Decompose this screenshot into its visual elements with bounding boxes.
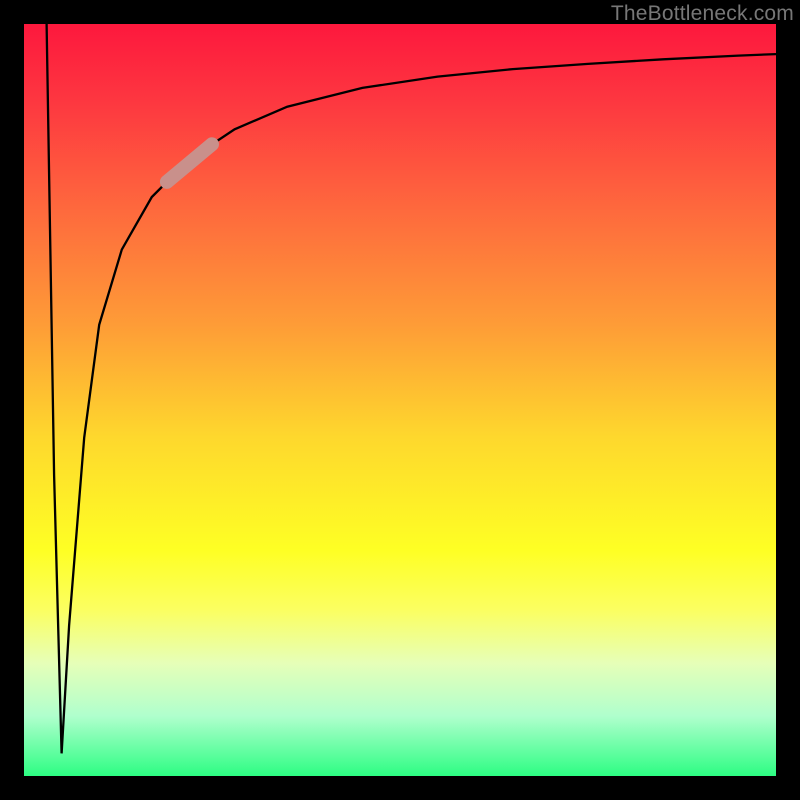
plot-gradient-background bbox=[24, 24, 776, 776]
axis-frame-bottom bbox=[0, 776, 800, 800]
watermark-text: TheBottleneck.com bbox=[611, 2, 794, 26]
axis-frame-right bbox=[776, 0, 800, 800]
axis-frame-left bbox=[0, 0, 24, 800]
